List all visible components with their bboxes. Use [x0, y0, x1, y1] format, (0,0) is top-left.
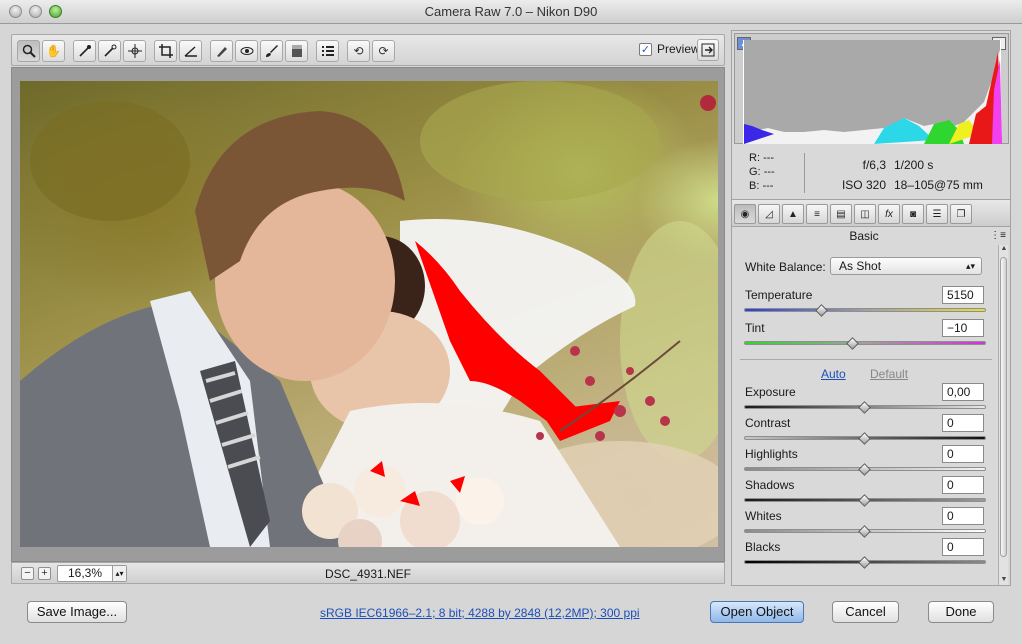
auto-link[interactable]: Auto	[821, 367, 846, 381]
temperature-label: Temperature	[745, 288, 813, 302]
scroll-up-icon[interactable]: ▲	[999, 245, 1009, 252]
blacks-field[interactable]: 0	[942, 538, 984, 556]
highlights-slider-knob[interactable]	[858, 463, 871, 476]
straighten-tool-icon[interactable]	[179, 40, 202, 62]
highlights-field[interactable]: 0	[942, 445, 984, 463]
status-bar: − + 16,3% ▴▾ DSC_4931.NEF	[11, 562, 725, 584]
default-link[interactable]: Default	[870, 367, 908, 381]
tint-slider-knob[interactable]	[846, 337, 859, 350]
workflow-options-link[interactable]: sRGB IEC61966–2.1; 8 bit; 4288 by 2848 (…	[320, 606, 640, 620]
whites-field[interactable]: 0	[942, 507, 984, 525]
graduated-filter-tool-icon[interactable]	[285, 40, 308, 62]
rotate-left-icon[interactable]: ⟲	[347, 40, 370, 62]
tab-lens-corrections-icon[interactable]: ◫	[854, 204, 876, 224]
contrast-field[interactable]: 0	[942, 414, 984, 432]
tab-presets-icon[interactable]: ☰	[926, 204, 948, 224]
preferences-list-icon[interactable]	[316, 40, 339, 62]
panel-title: Basic	[849, 229, 879, 243]
cancel-button[interactable]: Cancel	[832, 601, 899, 623]
contrast-label: Contrast	[745, 416, 791, 430]
white-balance-tool-icon[interactable]	[73, 40, 96, 62]
highlights-label: Highlights	[745, 447, 798, 461]
tint-field[interactable]: −10	[942, 319, 984, 337]
tint-slider-track[interactable]	[744, 341, 986, 345]
title-bar: Camera Raw 7.0 – Nikon D90	[0, 0, 1022, 24]
exposure-label: Exposure	[745, 385, 796, 399]
panel-scrollbar[interactable]: ▲ ▼	[998, 245, 1008, 585]
tab-snapshots-icon[interactable]: ❐	[950, 204, 972, 224]
panel-tabs: ◉ ◿ ▲ ≡ ▤ ◫ fx ◙ ☰ ❐	[732, 199, 1010, 227]
b-label: B:	[749, 180, 760, 192]
g-value: ---	[763, 166, 775, 178]
exposure-field[interactable]: 0,00	[942, 383, 984, 401]
red-eye-tool-icon[interactable]	[235, 40, 258, 62]
tab-camera-calibration-icon[interactable]: ◙	[902, 204, 924, 224]
iso: ISO 320	[841, 178, 886, 192]
info-divider	[804, 153, 805, 193]
save-image-button[interactable]: Save Image...	[27, 601, 127, 623]
lens-info: 18–105@75 mm	[894, 178, 983, 192]
open-object-button[interactable]: Open Object	[710, 601, 804, 623]
image-canvas[interactable]	[11, 67, 725, 562]
pixel-info: R: --- G: --- B: --- f/6,3 1/200 s ISO 32…	[734, 147, 1009, 196]
spot-removal-tool-icon[interactable]	[210, 40, 233, 62]
exposure-slider-knob[interactable]	[858, 401, 871, 414]
tab-tone-curve-icon[interactable]: ◿	[758, 204, 780, 224]
aperture: f/6,3	[862, 158, 886, 172]
rotate-right-icon[interactable]: ⟳	[372, 40, 395, 62]
temperature-field[interactable]: 5150	[942, 286, 984, 304]
white-balance-value: As Shot	[839, 259, 882, 273]
shadows-field[interactable]: 0	[942, 476, 984, 494]
adjustment-brush-tool-icon[interactable]	[260, 40, 283, 62]
tab-basic-icon[interactable]: ◉	[734, 204, 756, 224]
whites-label: Whites	[745, 509, 782, 523]
window-title: Camera Raw 7.0 – Nikon D90	[424, 4, 598, 19]
section-divider	[740, 359, 992, 360]
hand-tool-icon[interactable]: ✋	[42, 40, 65, 62]
preview-label: Preview	[657, 42, 700, 56]
histogram-plot	[743, 40, 1002, 144]
basic-controls: White Balance: As Shot ▴▾ Temperature 51…	[732, 245, 996, 581]
whites-slider-knob[interactable]	[858, 525, 871, 538]
scrollbar-thumb[interactable]	[1000, 257, 1007, 557]
select-arrows-icon: ▴▾	[965, 261, 975, 271]
blacks-label: Blacks	[745, 540, 781, 554]
white-balance-label: White Balance:	[745, 260, 826, 274]
shadows-label: Shadows	[745, 478, 795, 492]
tint-label: Tint	[745, 321, 765, 335]
preview-checkbox[interactable]: ✓	[639, 42, 652, 56]
tab-detail-icon[interactable]: ▲	[782, 204, 804, 224]
b-value: ---	[762, 180, 774, 192]
tool-bar: ✋ ⟲ ⟳ ✓ Preview	[11, 34, 725, 66]
g-label: G:	[749, 166, 761, 178]
crop-tool-icon[interactable]	[154, 40, 177, 62]
preview-toggle[interactable]: ✓ Preview	[639, 42, 700, 56]
tab-effects-icon[interactable]: fx	[878, 204, 900, 224]
temperature-slider-track[interactable]	[744, 308, 986, 312]
r-label: R:	[749, 152, 760, 164]
color-sampler-tool-icon[interactable]	[98, 40, 121, 62]
targeted-adjustment-tool-icon[interactable]	[123, 40, 146, 62]
shadows-slider-knob[interactable]	[858, 494, 871, 507]
zoom-tool-icon[interactable]	[17, 40, 40, 62]
histogram: ▲ ▲	[734, 33, 1009, 144]
photo-preview[interactable]	[20, 81, 718, 547]
tab-split-toning-icon[interactable]: ▤	[830, 204, 852, 224]
contrast-slider-knob[interactable]	[858, 432, 871, 445]
shutter-speed: 1/200 s	[894, 158, 934, 172]
wedding-photo-illustration	[20, 81, 718, 547]
white-balance-select[interactable]: As Shot ▴▾	[830, 257, 982, 275]
scroll-down-icon[interactable]: ▼	[999, 576, 1009, 583]
done-button[interactable]: Done	[928, 601, 994, 623]
fullscreen-toggle-icon[interactable]	[697, 39, 719, 61]
panel-menu-icon[interactable]: ⋮≡	[990, 230, 1006, 241]
blacks-slider-knob[interactable]	[858, 556, 871, 569]
adjustments-panel: ▲ ▲ R: --- G: --- B: --- f/6,3 1/200 s IS…	[731, 30, 1011, 586]
tab-hsl-icon[interactable]: ≡	[806, 204, 828, 224]
r-value: ---	[763, 152, 775, 164]
temperature-slider-knob[interactable]	[815, 304, 828, 317]
file-name: DSC_4931.NEF	[324, 567, 412, 581]
